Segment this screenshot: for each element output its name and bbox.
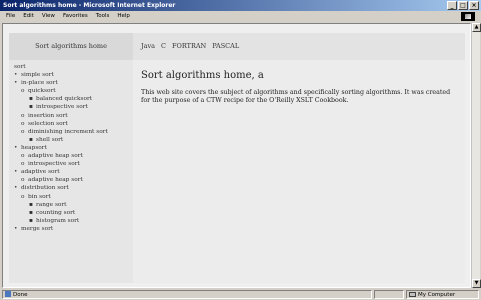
status-text-pane: Done — [2, 290, 372, 299]
tree-item-label: bin sort — [28, 193, 51, 200]
page-icon — [5, 291, 11, 297]
menu-view[interactable]: View — [42, 11, 55, 22]
page-title: Sort algorithms home, a — [141, 70, 264, 81]
scroll-down-icon[interactable]: ▼ — [472, 279, 481, 288]
windows-logo-icon — [461, 12, 475, 21]
menu-tools[interactable]: Tools — [96, 11, 110, 22]
tree-item[interactable]: o adaptive heap sort — [9, 152, 133, 160]
window-controls: _ □ × — [447, 1, 479, 10]
bullet-icon: o — [21, 153, 25, 160]
bullet-icon: • — [14, 144, 18, 151]
vertical-scrollbar[interactable]: ▲ ▼ — [471, 23, 481, 288]
main-content: Sort algorithms home, a This web site co… — [133, 60, 465, 283]
scroll-up-icon[interactable]: ▲ — [472, 23, 481, 32]
tree-item-label: quicksort — [28, 88, 56, 95]
tree-item-label: introspective sort — [28, 161, 80, 168]
window-title: Sort algorithms home - Microsoft Interne… — [3, 2, 176, 9]
nav-link-pascal[interactable]: PASCAL — [212, 33, 239, 60]
tree-item-label: simple sort — [21, 72, 54, 79]
status-pane-empty — [374, 290, 404, 299]
sort-tree: sort • simple sort • in-place sort o quicksort… — [9, 60, 133, 233]
tree-item[interactable]: • adaptive sort — [9, 168, 133, 176]
bullet-icon: ▪ — [29, 96, 33, 103]
bullet-icon: • — [14, 72, 18, 79]
bullet-icon: o — [21, 177, 25, 184]
minimize-button[interactable]: _ — [447, 1, 457, 10]
bullet-icon: o — [21, 88, 25, 95]
tree-item-label: introspective sort — [36, 104, 88, 111]
menu-bar: File Edit View Favorites Tools Help — [0, 11, 481, 22]
tree-item-label: heapsort — [21, 144, 47, 151]
tree-item[interactable]: o insertion sort — [9, 112, 133, 120]
language-nav: Java C FORTRAN PASCAL — [133, 33, 465, 60]
bullet-icon: • — [14, 225, 18, 232]
tree-item[interactable]: o introspective sort — [9, 160, 133, 168]
bullet-icon: • — [14, 169, 18, 176]
tree-item-label: adaptive sort — [21, 169, 60, 176]
tree-item-label: insertion sort — [28, 112, 68, 119]
tree-item-label: merge sort — [21, 225, 54, 232]
bullet-icon: o — [21, 120, 25, 127]
tree-item[interactable]: ▪ range sort — [9, 201, 133, 209]
tree-item[interactable]: ▪ histogram sort — [9, 217, 133, 225]
tree-item[interactable]: • in-place sort — [9, 79, 133, 87]
zone-text: My Computer — [418, 292, 456, 298]
tree-item[interactable]: ▪ counting sort — [9, 209, 133, 217]
computer-icon — [409, 292, 416, 297]
tree-item-label: diminishing increment sort — [28, 128, 108, 135]
status-bar: Done My Computer — [0, 289, 481, 300]
sidebar: sort • simple sort • in-place sort o quicksort… — [9, 60, 133, 283]
nav-link-java[interactable]: Java — [141, 33, 155, 60]
tree-item-label: in-place sort — [21, 80, 58, 87]
bullet-icon: o — [21, 193, 25, 200]
tree-item-label: sort — [14, 64, 26, 70]
nav-link-fortran[interactable]: FORTRAN — [172, 33, 206, 60]
tree-item-label: selection sort — [28, 120, 68, 127]
browser-viewport: Sort algorithms home Java C FORTRAN PASCAL … — [2, 23, 471, 288]
tree-item-label: range sort — [36, 201, 67, 208]
bullet-icon: ▪ — [29, 209, 33, 216]
tree-item[interactable]: o bin sort — [9, 193, 133, 201]
bullet-icon: ▪ — [29, 104, 33, 111]
bullet-icon: ▪ — [29, 201, 33, 208]
zone-pane: My Computer — [406, 290, 479, 299]
page-description: This web site covers the subject of algo… — [141, 89, 451, 104]
tree-item-label: shell sort — [36, 136, 64, 143]
tree-item-label: histogram sort — [36, 217, 80, 224]
tree-item[interactable]: sort — [9, 63, 133, 71]
bullet-icon: o — [21, 161, 25, 168]
menu-edit[interactable]: Edit — [23, 11, 34, 22]
tree-item[interactable]: ▪ balanced quicksort — [9, 95, 133, 103]
tree-item[interactable]: o adaptive heap sort — [9, 176, 133, 184]
tree-item-label: adaptive heap sort — [28, 153, 83, 160]
bullet-icon: • — [14, 80, 18, 87]
tree-item-label: distribution sort — [21, 185, 69, 192]
menu-favorites[interactable]: Favorites — [63, 11, 88, 22]
sidebar-heading: Sort algorithms home — [9, 33, 133, 60]
tree-item-label: balanced quicksort — [36, 96, 93, 103]
bullet-icon: ▪ — [29, 136, 33, 143]
tree-item[interactable]: o selection sort — [9, 120, 133, 128]
tree-item[interactable]: • merge sort — [9, 225, 133, 233]
tree-item-label: adaptive heap sort — [28, 177, 83, 184]
tree-item[interactable]: • distribution sort — [9, 184, 133, 192]
close-button[interactable]: × — [469, 1, 479, 10]
bullet-icon: • — [14, 185, 18, 192]
tree-item[interactable]: ▪ shell sort — [9, 136, 133, 144]
tree-item[interactable]: o diminishing increment sort — [9, 128, 133, 136]
tree-item[interactable]: o quicksort — [9, 87, 133, 95]
menu-file[interactable]: File — [6, 11, 15, 22]
bullet-icon: o — [21, 128, 25, 135]
title-bar: Sort algorithms home - Microsoft Interne… — [0, 0, 481, 11]
bullet-icon: ▪ — [29, 217, 33, 224]
bullet-icon: o — [21, 112, 25, 119]
maximize-button[interactable]: □ — [458, 1, 468, 10]
tree-item[interactable]: • heapsort — [9, 144, 133, 152]
tree-item[interactable]: • simple sort — [9, 71, 133, 79]
menu-help[interactable]: Help — [117, 11, 130, 22]
nav-link-c[interactable]: C — [161, 33, 166, 60]
tree-item[interactable]: ▪ introspective sort — [9, 103, 133, 111]
status-text: Done — [13, 292, 28, 298]
tree-item-label: counting sort — [36, 209, 76, 216]
